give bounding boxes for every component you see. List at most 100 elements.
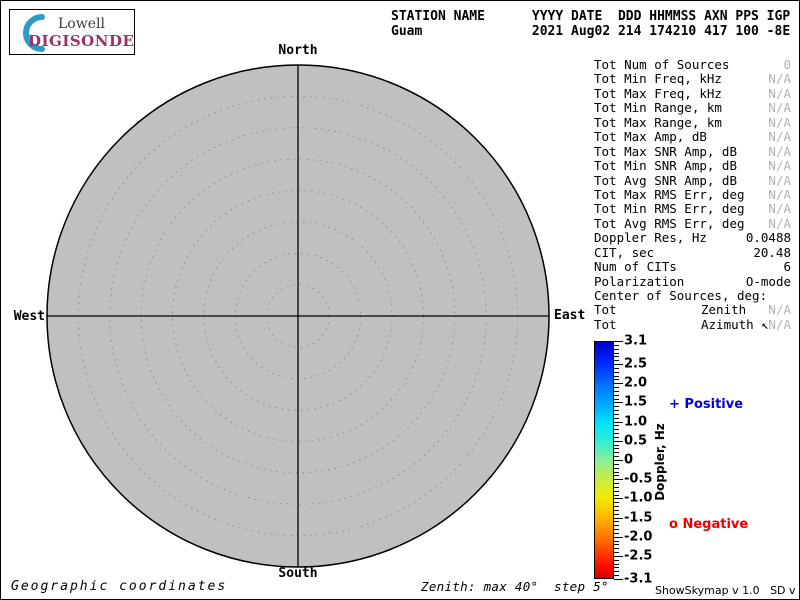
info-row-value: 0 [783,58,791,72]
colorbar-minor-tick [614,483,619,484]
info-row-value: N/A [768,101,791,115]
colorbar-minor-tick [614,464,619,465]
info-row-value: N/A [768,72,791,86]
colorbar-minor-tick [614,560,619,561]
info-row-label: Tot Max Freq, kHz [594,86,722,101]
info-row-label: Tot [594,317,617,332]
colorbar-minor-tick [614,525,619,526]
positive-doppler-legend: + Positive [669,397,743,412]
info-row: Tot Avg RMS Err, deg N/A [594,217,791,231]
colorbar-minor-tick [614,502,619,503]
colorbar-major-tick [614,402,623,403]
info-row-value: N/A [768,159,791,173]
colorbar-minor-tick [614,387,619,388]
colorbar-tick-label: 0.5 [624,433,647,448]
colorbar-minor-tick [614,353,619,354]
info-row-label: Tot [594,302,617,317]
colorbar-tick-label: 2.5 [624,357,647,372]
compass-label-north: North [278,43,317,58]
colorbar-tick-label: 2.0 [624,376,647,391]
info-row-value: N/A [768,145,791,159]
info-row-value: N/A [768,188,791,202]
info-row: Tot Min RMS Err, degN/A [594,202,791,216]
colorbar-minor-tick [614,456,619,457]
logo-digisonde-text: DIGISONDE [28,32,134,50]
info-row: Doppler Res, Hz0.0488 [594,231,791,245]
info-row-label: Tot Max Range, km [594,115,722,130]
info-row-label: Tot Min Range, km [594,100,722,115]
colorbar-major-tick [614,556,623,557]
info-row-value: N/A [768,130,791,144]
header-station-values: Guam 2021 Aug02 214 174210 417 100 -8E [391,24,790,39]
info-row-label: Num of CITs [594,259,677,274]
info-row-label: Tot Avg RMS Err, deg [594,216,745,231]
colorbar-minor-tick [614,491,619,492]
colorbar-minor-tick [614,445,619,446]
info-row-value: N/A [768,87,791,101]
info-row-value: O-mode [746,275,791,289]
colorbar-minor-tick [614,345,619,346]
colorbar-major-tick [614,537,623,538]
info-row-value: N/A [768,217,791,231]
skymap-polar-plot [45,63,551,569]
colorbar-major-tick [614,441,623,442]
colorbar-minor-tick [614,571,619,572]
lowell-digisonde-logo: Lowell DIGISONDE [9,9,135,55]
info-row-value: N/A [768,174,791,188]
info-row-label: Center of Sources, deg: [594,288,767,303]
colorbar-minor-tick [614,564,619,565]
info-row-value: 20.48 [753,246,791,260]
colorbar-minor-tick [614,379,619,380]
info-row-value: N/A [768,303,791,317]
info-row: Tot Max Amp, dB N/A [594,130,791,144]
colorbar-tick-label: -1.5 [624,510,652,525]
colorbar-minor-tick [614,395,619,396]
info-row-label: Tot Min RMS Err, deg [594,201,745,216]
colorbar-minor-tick [614,418,619,419]
colorbar-minor-tick [614,452,619,453]
compass-label-west: West [7,309,45,324]
colorbar-major-tick [614,383,623,384]
info-row: Tot Max SNR Amp, dBN/A [594,145,791,159]
info-row-label: Tot Min SNR Amp, dB [594,158,737,173]
colorbar-minor-tick [614,510,619,511]
colorbar-axis-title: Doppler, Hz [653,423,667,501]
doppler-colorbar [594,341,614,579]
info-row: Tot Avg SNR Amp, dBN/A [594,174,791,188]
info-row: Center of Sources, deg: [594,289,791,303]
colorbar-minor-tick [614,410,619,411]
info-row-label: Tot Max RMS Err, deg [594,187,745,202]
colorbar-tick-axis: 3.12.52.01.51.00.50-0.5-1.0-1.5-2.0-2.5-… [614,341,684,580]
info-row: PolarizationO-mode [594,275,791,289]
logo-lowell-text: Lowell [58,16,105,32]
colorbar-minor-tick [614,376,619,377]
colorbar-minor-tick [614,399,619,400]
colorbar-minor-tick [614,406,619,407]
info-row-label: Tot Max Amp, dB [594,129,707,144]
colorbar-minor-tick [614,368,619,369]
info-row: CIT, sec20.48 [594,246,791,260]
colorbar-minor-tick [614,552,619,553]
colorbar-minor-tick [614,541,619,542]
colorbar-major-tick [614,479,623,480]
colorbar-tick-label: 1.5 [624,395,647,410]
colorbar-minor-tick [614,533,619,534]
colorbar-minor-tick [614,475,619,476]
info-row: Tot Min Freq, kHzN/A [594,72,791,86]
colorbar-major-tick [614,364,623,365]
colorbar-minor-tick [614,506,619,507]
info-row: Tot Max Freq, kHz N/A [594,87,791,101]
colorbar-tick-label: -1.0 [624,491,652,506]
colorbar-tick-label: 3.1 [624,334,647,349]
colorbar-minor-tick [614,548,619,549]
colorbar-major-tick [614,341,623,342]
info-row: Tot Min SNR Amp, dB N/A [594,159,791,173]
info-row-label: Doppler Res, Hz [594,230,707,245]
info-row-value: N/A [768,318,791,332]
colorbar-major-tick [614,422,623,423]
info-row: Tot Max RMS Err, deg N/A [594,188,791,202]
colorbar-minor-tick [614,487,619,488]
info-row-label: Tot Num of Sources [594,57,729,72]
colorbar-minor-tick [614,514,619,515]
colorbar-minor-tick [614,437,619,438]
